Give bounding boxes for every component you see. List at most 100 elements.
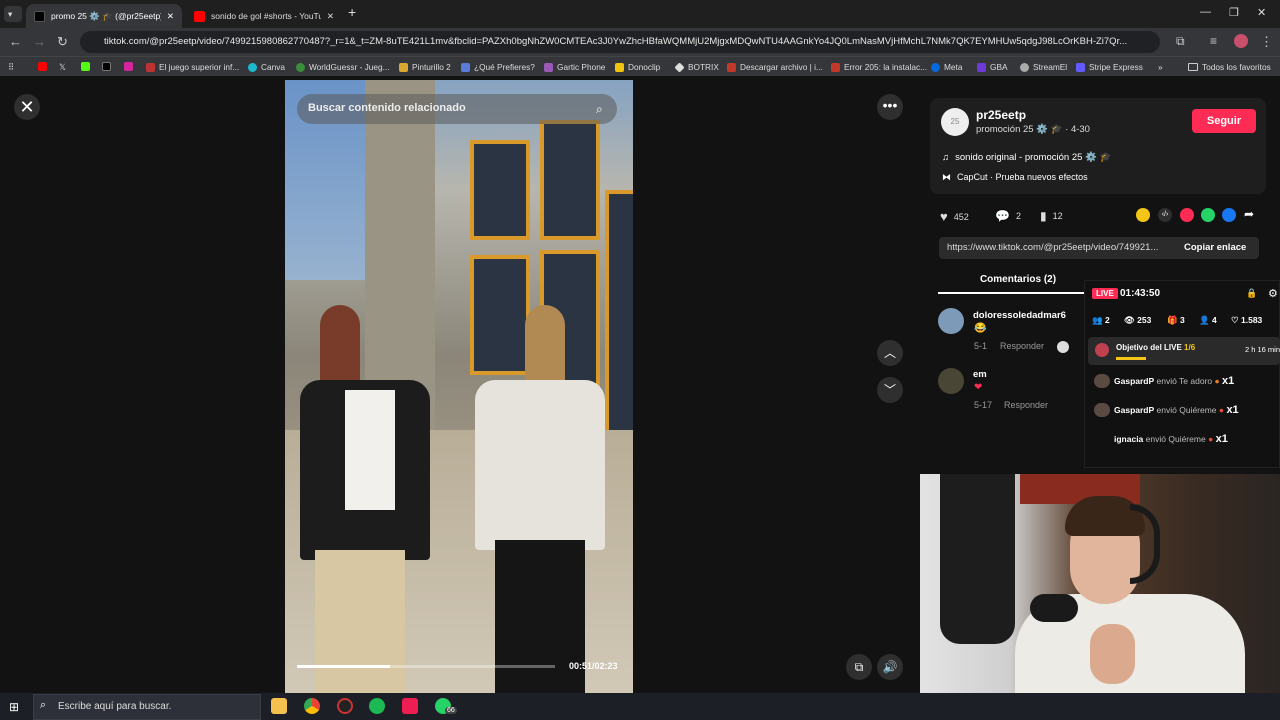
heart-outline-icon: ♡ — [1231, 315, 1239, 325]
close-tab-icon[interactable]: ✕ — [327, 11, 334, 22]
new-tab-button[interactable]: + — [348, 4, 356, 20]
gift-icon: ● — [1218, 405, 1225, 415]
avatar[interactable]: 25 — [941, 108, 969, 136]
bookmark-7[interactable]: BOTRIX — [674, 61, 719, 73]
bookmark-11[interactable]: GBA — [977, 62, 1008, 72]
like-button[interactable]: ♥ 452 — [940, 209, 969, 224]
sound-link[interactable]: ♫ sonido original - promoción 25 ⚙️ 🎓 — [942, 152, 1111, 163]
meta-icon — [931, 62, 940, 72]
bookmark-2[interactable]: WorldGuessr - Jueg... — [296, 62, 390, 72]
reload-icon[interactable]: ↻ — [57, 34, 68, 50]
tab-comments[interactable]: Comentarios (2) — [938, 266, 1098, 294]
comment-button[interactable]: 💬 2 — [995, 209, 1021, 223]
live-timer: 01:43:50 — [1120, 288, 1161, 299]
related-search-input[interactable]: Buscar contenido relacionado — [297, 94, 617, 124]
reply-button[interactable]: Responder — [1000, 341, 1044, 351]
apps-icon[interactable]: ⠿ — [8, 62, 14, 72]
bookmark-10[interactable]: Meta — [931, 62, 962, 72]
extensions-icon[interactable]: ⧉ — [1176, 34, 1185, 49]
chrome-icon[interactable] — [304, 698, 320, 714]
tiktok-live-studio-icon[interactable] — [402, 698, 418, 714]
copy-link-button[interactable]: Copiar enlace — [1184, 242, 1246, 253]
whatsapp-icon[interactable] — [1201, 208, 1215, 222]
kebab-menu-icon[interactable]: ⋮ — [1260, 34, 1273, 50]
obs-icon[interactable] — [337, 698, 353, 714]
gift-icon: ● — [1214, 376, 1220, 386]
video-player[interactable] — [285, 80, 633, 693]
tiktok-icon — [34, 10, 45, 22]
tab-search-button[interactable]: ▾ — [4, 6, 22, 22]
taskbar-search-input[interactable]: Escribe aquí para buscar. — [33, 694, 261, 720]
gartic-icon — [544, 62, 553, 72]
download-icon — [727, 62, 736, 72]
bookmark-0[interactable]: El juego superior inf... — [146, 62, 239, 72]
send-icon[interactable] — [1180, 208, 1194, 222]
bookmark-instagram[interactable] — [124, 62, 133, 71]
close-window-icon[interactable]: ✕ — [1257, 6, 1266, 19]
bookmark-youtube[interactable] — [38, 62, 47, 71]
botrix-icon — [674, 61, 685, 73]
profile-avatar-icon[interactable] — [1234, 34, 1248, 48]
live-goal-label: Objetivo del LIVE 1/6 — [1116, 343, 1196, 352]
previous-video-button[interactable]: ︿ — [877, 340, 903, 366]
tab-youtube[interactable]: sonido de gol #shorts - YouTub ✕ — [186, 4, 342, 28]
coin-icon[interactable] — [1136, 208, 1150, 222]
lock-icon[interactable]: 🔒 — [1246, 288, 1257, 299]
donoclip-icon — [615, 62, 624, 72]
bookmark-5[interactable]: Gartic Phone — [544, 62, 605, 72]
folder-icon — [1188, 63, 1198, 71]
avatar — [1094, 374, 1110, 388]
all-favorites-folder[interactable]: Todos los favoritos — [1188, 62, 1271, 72]
avatar[interactable] — [938, 308, 964, 334]
hanging-cloak — [940, 474, 1015, 644]
bookmark-6[interactable]: Donoclip — [615, 62, 660, 72]
bookmark-9[interactable]: Error 205: la instalac... — [831, 62, 927, 72]
avatar[interactable] — [938, 368, 964, 394]
bookmark-x[interactable]: 𝕏 — [59, 62, 66, 72]
comment-date: 5-1 — [974, 341, 988, 351]
save-button[interactable]: ▮ 12 — [1040, 209, 1063, 223]
file-explorer-icon[interactable] — [271, 698, 287, 714]
close-tab-icon[interactable]: ✕ — [167, 11, 174, 22]
miniplayer-icon[interactable]: ⧉ — [846, 654, 872, 680]
bookmark-tiktok[interactable] — [102, 62, 111, 71]
share-arrow-icon[interactable]: ➦ — [1244, 207, 1254, 221]
person-hand — [1090, 624, 1135, 684]
music-note-icon: ♫ — [942, 152, 950, 163]
eye-icon: 👁 — [1124, 315, 1135, 325]
username[interactable]: pr25eetp — [976, 108, 1026, 122]
search-icon[interactable]: ⌕ — [596, 102, 603, 117]
bookmark-kick[interactable] — [81, 62, 90, 71]
tab-tiktok[interactable]: promo 25 ⚙️ 🎓 (@pr25eetp) | ✕ — [26, 4, 182, 28]
pencil-icon — [399, 62, 408, 72]
forward-icon[interactable]: → — [33, 34, 46, 49]
minimize-icon[interactable]: — — [1200, 6, 1211, 18]
close-video-button[interactable]: ✕ — [14, 94, 40, 120]
gear-icon[interactable]: ⚙ — [1268, 287, 1278, 300]
capcut-link[interactable]: ⧓ CapCut · Prueba nuevos efectos — [942, 172, 1088, 183]
back-icon[interactable]: ← — [9, 34, 22, 49]
media-icon[interactable]: ≡ — [1210, 34, 1217, 48]
bookmark-12[interactable]: StreamEl — [1020, 62, 1067, 72]
facebook-icon[interactable] — [1222, 208, 1236, 222]
bookmark-4[interactable]: ¿Qué Prefieres? — [461, 62, 535, 72]
more-bookmarks-icon[interactable]: » — [1158, 62, 1163, 72]
bookmark-8[interactable]: Descargar archivo | i... — [727, 62, 823, 72]
volume-icon[interactable]: 🔊 — [877, 654, 903, 680]
follow-button[interactable]: Seguir — [1192, 109, 1256, 133]
url-field[interactable]: tiktok.com/@pr25eetp/video/7499215980862… — [80, 31, 1160, 53]
comment-user[interactable]: em — [973, 369, 987, 380]
bookmark-3[interactable]: Pinturillo 2 — [399, 62, 451, 72]
bookmark-1[interactable]: Canva — [248, 62, 285, 72]
windows-start-icon[interactable]: ⊞ — [9, 700, 19, 714]
youtube-icon — [38, 62, 47, 71]
restore-icon[interactable]: ❐ — [1229, 6, 1239, 19]
more-options-button[interactable]: ••• — [877, 94, 903, 120]
comment-user[interactable]: doloressoledadmar6 — [973, 310, 1066, 321]
next-video-button[interactable]: ﹀ — [877, 377, 903, 403]
spotify-icon[interactable] — [369, 698, 385, 714]
embed-icon[interactable]: ‹/› — [1158, 208, 1172, 222]
reply-button[interactable]: Responder — [1004, 400, 1048, 410]
bookmark-13[interactable]: Stripe Express — [1076, 62, 1143, 72]
tiktok-icon — [102, 62, 111, 71]
